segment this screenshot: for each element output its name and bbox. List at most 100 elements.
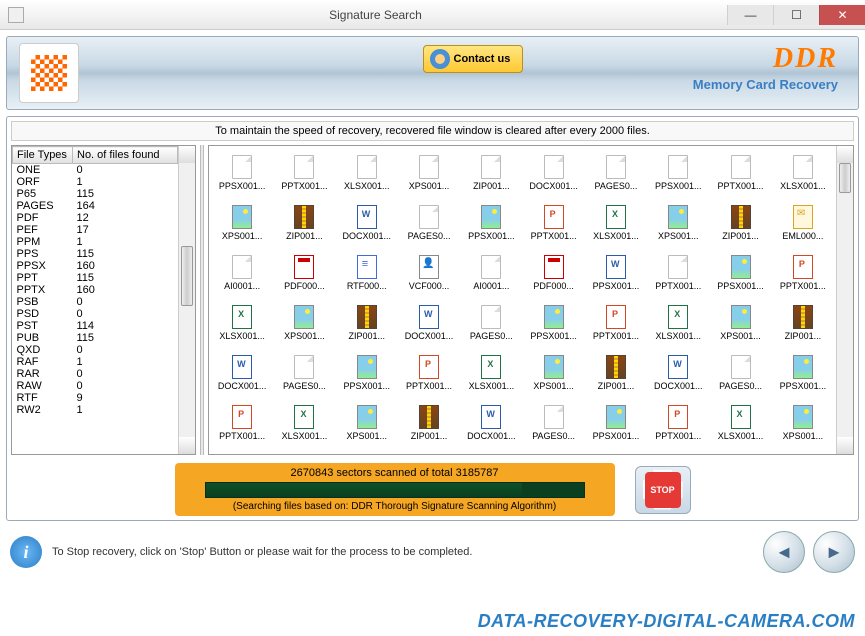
file-item[interactable]: ZIP001... (336, 298, 398, 348)
table-row[interactable]: ONE0 (13, 164, 178, 177)
file-item[interactable]: PDF000... (273, 248, 335, 298)
file-item[interactable]: VCF000... (398, 248, 460, 298)
table-row[interactable]: QXD0 (13, 344, 178, 356)
stop-button[interactable]: STOP (635, 466, 691, 514)
file-icon (481, 255, 501, 279)
file-item[interactable]: PPSX001... (709, 248, 771, 298)
back-button[interactable]: ◄ (763, 531, 805, 573)
table-row[interactable]: PAGES164 (13, 200, 178, 212)
file-item[interactable]: XPS001... (211, 198, 273, 248)
file-item[interactable]: PPSX001... (585, 248, 647, 298)
table-row[interactable]: PEF17 (13, 224, 178, 236)
table-row[interactable]: PPS115 (13, 248, 178, 260)
table-row[interactable]: RAF1 (13, 356, 178, 368)
file-item[interactable]: PPSX001... (211, 148, 273, 198)
file-icon (419, 305, 439, 329)
file-item[interactable]: PAGES0... (398, 198, 460, 248)
file-item[interactable]: PPSX001... (336, 348, 398, 398)
file-item[interactable]: PPTX001... (398, 348, 460, 398)
file-item[interactable]: XPS001... (522, 348, 584, 398)
table-row[interactable]: PUB115 (13, 332, 178, 344)
file-item[interactable]: DOCX001... (211, 348, 273, 398)
file-item[interactable]: DOCX001... (336, 198, 398, 248)
file-item[interactable]: EML000... (772, 198, 834, 248)
file-item[interactable]: PAGES0... (585, 148, 647, 198)
file-item[interactable]: ZIP001... (460, 148, 522, 198)
file-item[interactable]: PPTX001... (709, 148, 771, 198)
table-scrollbar[interactable] (178, 146, 195, 454)
file-item[interactable]: DOCX001... (460, 398, 522, 448)
file-item[interactable]: PPSX001... (772, 348, 834, 398)
file-item[interactable]: XPS001... (772, 398, 834, 448)
file-item[interactable]: ZIP001... (398, 398, 460, 448)
progress-box: 2670843 sectors scanned of total 3185787… (175, 463, 615, 516)
file-item[interactable]: ZIP001... (273, 198, 335, 248)
table-row[interactable]: RW21 (13, 404, 178, 416)
file-item[interactable]: PPSX001... (460, 198, 522, 248)
file-item[interactable]: PPTX001... (772, 248, 834, 298)
file-item[interactable]: DOCX001... (647, 348, 709, 398)
file-item[interactable]: ZIP001... (772, 298, 834, 348)
file-item[interactable]: XPS001... (709, 298, 771, 348)
file-item[interactable]: XLSX001... (647, 298, 709, 348)
file-item[interactable]: PPTX001... (273, 148, 335, 198)
file-item[interactable]: PDF000... (522, 248, 584, 298)
file-item[interactable]: XLSX001... (585, 198, 647, 248)
col-files-found[interactable]: No. of files found (73, 147, 178, 164)
notice-text: To maintain the speed of recovery, recov… (11, 121, 854, 141)
file-item[interactable]: DOCX001... (522, 148, 584, 198)
file-icon (668, 305, 688, 329)
file-item[interactable]: PAGES0... (709, 348, 771, 398)
table-row[interactable]: PPTX160 (13, 284, 178, 296)
file-item[interactable]: XLSX001... (709, 398, 771, 448)
file-item[interactable]: XPS001... (647, 198, 709, 248)
col-file-types[interactable]: File Types (13, 147, 73, 164)
file-item[interactable]: PAGES0... (273, 348, 335, 398)
file-item[interactable]: XLSX001... (772, 148, 834, 198)
table-row[interactable]: ORF1 (13, 176, 178, 188)
table-row[interactable]: PPT115 (13, 272, 178, 284)
file-item[interactable]: XPS001... (398, 148, 460, 198)
file-item[interactable]: XPS001... (273, 298, 335, 348)
file-item[interactable]: ZIP001... (585, 348, 647, 398)
file-item[interactable]: PPTX001... (647, 248, 709, 298)
file-item[interactable]: DOCX001... (398, 298, 460, 348)
file-item[interactable]: ZIP001... (709, 198, 771, 248)
contact-us-button[interactable]: Contact us (423, 45, 524, 73)
table-row[interactable]: PDF12 (13, 212, 178, 224)
table-row[interactable]: PSB0 (13, 296, 178, 308)
file-item[interactable]: PPSX001... (647, 148, 709, 198)
file-item[interactable]: AI0001... (211, 248, 273, 298)
grid-scrollbar[interactable] (836, 146, 853, 454)
table-row[interactable]: RAR0 (13, 368, 178, 380)
file-item[interactable]: PAGES0... (522, 398, 584, 448)
table-row[interactable]: PSD0 (13, 308, 178, 320)
table-row[interactable]: PST114 (13, 320, 178, 332)
file-label: AI0001... (224, 281, 260, 291)
file-label: AI0001... (473, 281, 509, 291)
file-item[interactable]: PPSX001... (522, 298, 584, 348)
file-item[interactable]: PPTX001... (522, 198, 584, 248)
close-button[interactable]: ✕ (819, 5, 865, 25)
file-item[interactable]: RTF000... (336, 248, 398, 298)
file-item[interactable]: XLSX001... (211, 298, 273, 348)
table-row[interactable]: PPSX160 (13, 260, 178, 272)
file-item[interactable]: PPTX001... (211, 398, 273, 448)
file-item[interactable]: XPS001... (336, 398, 398, 448)
next-button[interactable]: ► (813, 531, 855, 573)
table-row[interactable]: RAW0 (13, 380, 178, 392)
file-item[interactable]: PPTX001... (647, 398, 709, 448)
file-item[interactable]: AI0001... (460, 248, 522, 298)
file-item[interactable]: PAGES0... (460, 298, 522, 348)
file-item[interactable]: XLSX001... (460, 348, 522, 398)
maximize-button[interactable]: ☐ (773, 5, 819, 25)
minimize-button[interactable]: — (727, 5, 773, 25)
table-row[interactable]: P65115 (13, 188, 178, 200)
table-row[interactable]: RTF9 (13, 392, 178, 404)
file-item[interactable]: PPSX001... (585, 398, 647, 448)
file-item[interactable]: XLSX001... (336, 148, 398, 198)
table-row[interactable]: PPM1 (13, 236, 178, 248)
file-item[interactable]: XLSX001... (273, 398, 335, 448)
splitter[interactable] (200, 145, 204, 455)
file-item[interactable]: PPTX001... (585, 298, 647, 348)
